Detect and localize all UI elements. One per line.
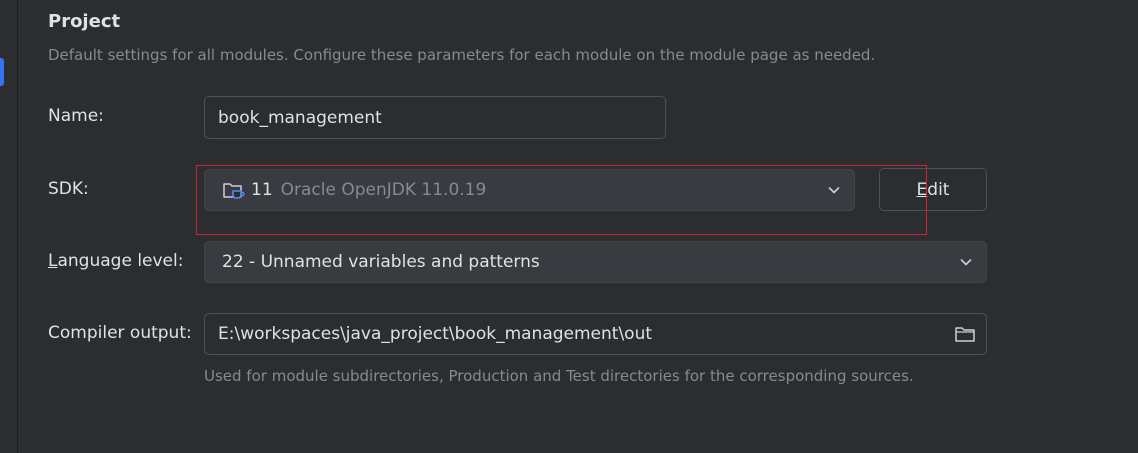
sdk-detail: Oracle OpenJDK 11.0.19 [280,180,487,200]
language-level-label: Language level: [48,251,183,271]
edit-mnemonic: E [916,179,928,200]
sdk-version: 11 [251,180,273,200]
compiler-output-input[interactable]: E:\workspaces\java_project\book_manageme… [204,313,987,355]
name-input[interactable]: book_management [204,96,666,139]
sdk-dropdown[interactable]: 11 Oracle OpenJDK 11.0.19 [204,169,855,211]
compiler-output-label: Compiler output: [48,323,192,343]
settings-nav-strip [0,0,18,453]
sdk-label: SDK: [48,179,89,199]
browse-folder-icon[interactable] [954,324,976,344]
nav-selection-indicator [0,58,4,86]
compiler-output-value: E:\workspaces\java_project\book_manageme… [218,324,653,344]
chevron-down-icon [960,259,972,266]
name-label: Name: [48,106,104,126]
name-value: book_management [218,107,382,128]
sdk-edit-button[interactable]: Edit [879,168,987,211]
section-title: Project [48,11,121,32]
edit-label-rest: dit [927,179,950,200]
chevron-down-icon [828,187,840,194]
section-description: Default settings for all modules. Config… [48,46,876,64]
language-level-label-rest: anguage level: [57,251,184,271]
jdk-folder-icon [222,179,246,201]
compiler-output-hint: Used for module subdirectories, Producti… [204,367,914,385]
language-level-value: 22 - Unnamed variables and patterns [222,252,540,272]
language-level-dropdown[interactable]: 22 - Unnamed variables and patterns [204,241,987,283]
